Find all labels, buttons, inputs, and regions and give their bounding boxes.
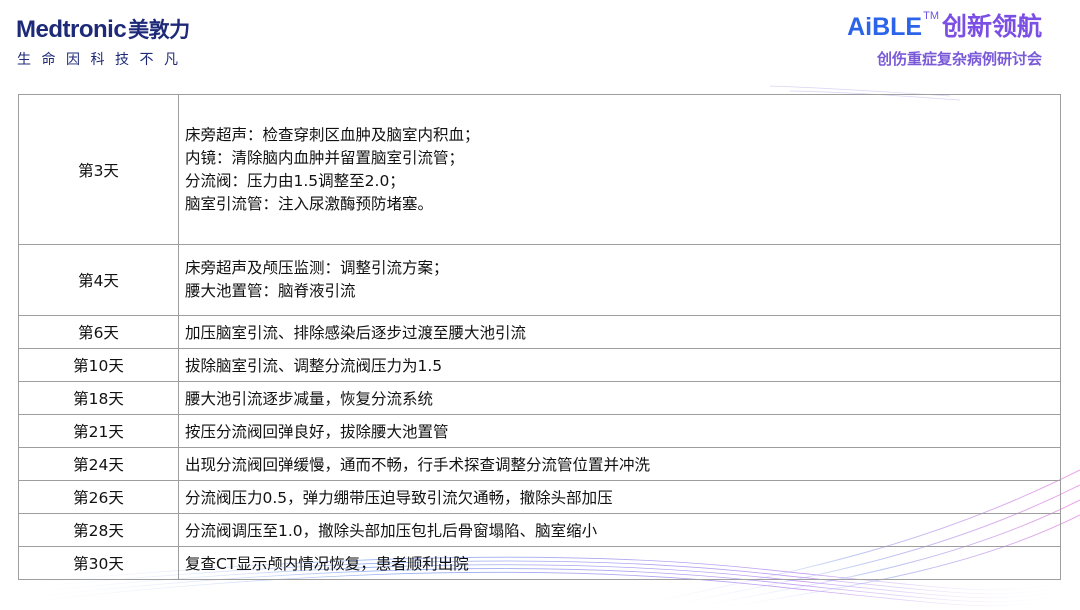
day-cell: 第30天 <box>18 546 179 580</box>
logo-cn-text: 美敦力 <box>128 18 190 42</box>
description-cell: 复查CT显示颅内情况恢复，患者顺利出院 <box>178 546 1061 580</box>
description-cell: 床旁超声：检查穿刺区血肿及脑室内积血； 内镜：清除脑内血肿并留置脑室引流管； 分… <box>178 94 1061 245</box>
description-line: 腰大池置管：脑脊液引流 <box>185 282 356 300</box>
description-cell: 出现分流阀回弹缓慢，通而不畅，行手术探查调整分流管位置并冲洗 <box>178 447 1061 481</box>
table-row: 第6天 加压脑室引流、排除感染后逐步过渡至腰大池引流 <box>18 315 1061 349</box>
table-row: 第10天 拔除脑室引流、调整分流阀压力为1.5 <box>18 348 1061 382</box>
table-row: 第28天 分流阀调压至1.0，撤除头部加压包扎后骨窗塌陷、脑室缩小 <box>18 513 1061 547</box>
event-brand-name: AiBLE <box>847 13 923 41</box>
logo-brand-text: Medtronic <box>16 16 127 43</box>
event-title: 创新领航 <box>941 12 1042 41</box>
table-row: 第30天 复查CT显示颅内情况恢复，患者顺利出院 <box>18 546 1061 580</box>
day-cell: 第3天 <box>18 94 179 245</box>
table-row: 第18天 腰大池引流逐步减量，恢复分流系统 <box>18 381 1061 415</box>
trademark-mark: TM <box>923 10 939 22</box>
description-cell: 床旁超声及颅压监测：调整引流方案； 腰大池置管：脑脊液引流 <box>178 244 1061 316</box>
day-cell: 第26天 <box>18 480 179 514</box>
description-cell: 分流阀调压至1.0，撤除头部加压包扎后骨窗塌陷、脑室缩小 <box>178 513 1061 547</box>
description-cell: 加压脑室引流、排除感染后逐步过渡至腰大池引流 <box>178 315 1061 349</box>
treatment-timeline-table: 第3天 床旁超声：检查穿刺区血肿及脑室内积血； 内镜：清除脑内血肿并留置脑室引流… <box>18 94 1061 580</box>
slide-header: Medtronic美敦力 生命因科技不凡 AiBLETM 创新领航 创伤重症复杂病… <box>0 0 1080 92</box>
description-cell: 分流阀压力0.5，弹力绷带压迫导致引流欠通畅，撤除头部加压 <box>178 480 1061 514</box>
event-brand: AiBLETM 创新领航 创伤重症复杂病例研讨会 <box>847 11 1042 69</box>
table-row: 第24天 出现分流阀回弹缓慢，通而不畅，行手术探查调整分流管位置并冲洗 <box>18 447 1061 481</box>
day-cell: 第4天 <box>18 244 179 316</box>
day-cell: 第24天 <box>18 447 179 481</box>
description-line: 内镜：清除脑内血肿并留置脑室引流管； <box>185 148 465 167</box>
table-row: 第26天 分流阀压力0.5，弹力绷带压迫导致引流欠通畅，撤除头部加压 <box>18 480 1061 514</box>
day-cell: 第18天 <box>18 381 179 415</box>
description-line: 床旁超声及颅压监测：调整引流方案； <box>185 259 449 277</box>
day-cell: 第28天 <box>18 513 179 547</box>
day-cell: 第10天 <box>18 348 179 382</box>
description-cell: 拔除脑室引流、调整分流阀压力为1.5 <box>178 348 1061 382</box>
table-row: 第3天 床旁超声：检查穿刺区血肿及脑室内积血； 内镜：清除脑内血肿并留置脑室引流… <box>18 94 1061 245</box>
logo-tagline: 生命因科技不凡 <box>17 52 189 68</box>
description-line: 分流阀：压力由1.5调整至2.0； <box>185 171 405 190</box>
day-cell: 第6天 <box>18 315 179 349</box>
day-cell: 第21天 <box>18 414 179 448</box>
description-line: 床旁超声：检查穿刺区血肿及脑室内积血； <box>185 125 480 144</box>
description-cell: 腰大池引流逐步减量，恢复分流系统 <box>178 381 1061 415</box>
medtronic-logo: Medtronic美敦力 <box>16 14 190 44</box>
description-cell: 按压分流阀回弹良好，拔除腰大池置管 <box>178 414 1061 448</box>
description-line: 脑室引流管：注入尿激酶预防堵塞。 <box>185 194 434 213</box>
table-row: 第21天 按压分流阀回弹良好，拔除腰大池置管 <box>18 414 1061 448</box>
event-subtitle: 创伤重症复杂病例研讨会 <box>876 50 1042 68</box>
table-row: 第4天 床旁超声及颅压监测：调整引流方案； 腰大池置管：脑脊液引流 <box>18 244 1061 316</box>
